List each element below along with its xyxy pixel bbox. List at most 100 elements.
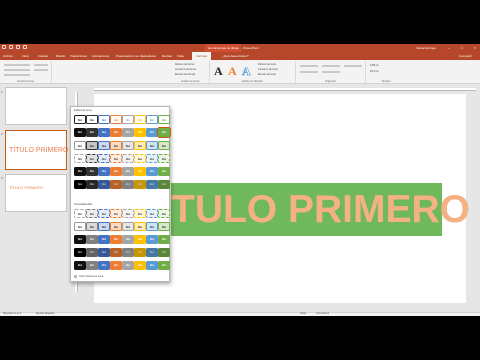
preset-style-swatch[interactable]: Abc <box>110 261 122 270</box>
wordart-style-orange[interactable]: A <box>228 65 237 77</box>
user-name[interactable]: Daniel Enrique <box>416 46 436 50</box>
tab-transitions[interactable]: Transiciones <box>70 54 87 58</box>
preset-style-swatch[interactable]: Abc <box>146 222 158 231</box>
undo-icon[interactable] <box>9 45 13 49</box>
theme-style-swatch[interactable]: Abc <box>74 154 86 163</box>
shape-outline-button[interactable]: Contorno de forma <box>175 68 196 71</box>
minimize-button[interactable]: – <box>448 45 450 51</box>
theme-style-swatch[interactable]: Abc <box>158 141 170 150</box>
tab-view[interactable]: Vista <box>177 54 184 58</box>
tab-home[interactable]: Inicio <box>22 54 29 58</box>
theme-style-swatch[interactable]: Abc <box>98 154 110 163</box>
tab-file[interactable]: Archivo <box>3 54 13 58</box>
preset-style-swatch[interactable]: Abc <box>110 235 122 244</box>
preset-style-swatch[interactable]: Abc <box>134 209 146 218</box>
preset-style-swatch[interactable]: Abc <box>146 248 158 257</box>
theme-style-swatch[interactable]: Abc <box>98 115 110 124</box>
preset-style-swatch[interactable]: Abc <box>146 209 158 218</box>
theme-style-swatch[interactable]: Abc <box>74 180 86 189</box>
theme-style-swatch[interactable]: Abc <box>74 141 86 150</box>
preset-style-swatch[interactable]: Abc <box>74 248 86 257</box>
slide-thumbnail-3[interactable]: TÍTULO PRIMERO <box>5 174 67 212</box>
theme-style-swatch[interactable]: Abc <box>134 141 146 150</box>
preset-style-swatch[interactable]: Abc <box>86 261 98 270</box>
preset-style-swatch[interactable]: Abc <box>74 222 86 231</box>
present-icon[interactable] <box>23 45 27 49</box>
theme-style-swatch[interactable]: Abc <box>98 128 110 137</box>
notes-button[interactable]: Notas <box>300 313 306 315</box>
preset-style-swatch[interactable]: Abc <box>86 222 98 231</box>
theme-style-swatch[interactable]: Abc <box>122 128 134 137</box>
bring-forward-button[interactable] <box>300 65 318 67</box>
theme-style-swatch[interactable]: Abc <box>110 128 122 137</box>
theme-style-swatch[interactable]: Abc <box>122 154 134 163</box>
preset-style-swatch[interactable]: Abc <box>98 209 110 218</box>
send-backward-button[interactable] <box>300 71 318 73</box>
preset-style-swatch[interactable]: Abc <box>158 248 170 257</box>
theme-style-swatch[interactable]: Abc <box>98 167 110 176</box>
preset-style-swatch[interactable]: Abc <box>158 222 170 231</box>
theme-style-swatch[interactable]: Abc <box>146 154 158 163</box>
tab-slideshow[interactable]: Presentación con diapositivas <box>116 54 156 58</box>
slide-title-text[interactable]: TULO PRIMERO <box>171 183 470 236</box>
preset-style-swatch[interactable]: Abc <box>134 248 146 257</box>
preset-style-swatch[interactable]: Abc <box>98 235 110 244</box>
theme-style-swatch[interactable]: Abc <box>110 167 122 176</box>
preset-style-swatch[interactable]: Abc <box>86 248 98 257</box>
theme-style-swatch[interactable]: Abc <box>86 141 98 150</box>
language-indicator[interactable]: Español (España) <box>36 313 54 315</box>
shape-effects-button[interactable]: Efectos de formas <box>175 73 195 76</box>
theme-style-swatch[interactable]: Abc <box>86 128 98 137</box>
theme-style-swatch[interactable]: Abc <box>86 167 98 176</box>
preset-style-swatch[interactable]: Abc <box>146 261 158 270</box>
theme-style-swatch[interactable]: Abc <box>98 180 110 189</box>
theme-style-swatch[interactable]: Abc <box>86 180 98 189</box>
theme-style-swatch[interactable]: Abc <box>158 167 170 176</box>
theme-style-swatch[interactable]: Abc <box>122 180 134 189</box>
rotate-button[interactable] <box>344 65 362 67</box>
theme-style-swatch[interactable]: Abc <box>134 154 146 163</box>
theme-style-swatch[interactable]: Abc <box>157 127 171 138</box>
preset-style-swatch[interactable]: Abc <box>122 248 134 257</box>
preset-style-swatch[interactable]: Abc <box>86 209 98 218</box>
preset-style-swatch[interactable]: Abc <box>110 248 122 257</box>
tab-format[interactable]: Formato <box>192 52 212 60</box>
height-field[interactable]: 3,85 cm <box>370 64 379 67</box>
share-button[interactable]: Compartir <box>459 54 472 58</box>
theme-style-swatch[interactable]: Abc <box>110 180 122 189</box>
theme-style-swatch[interactable]: Abc <box>134 180 146 189</box>
close-button[interactable]: × <box>474 45 476 51</box>
group-button[interactable] <box>322 71 340 73</box>
theme-style-swatch[interactable]: Abc <box>146 115 158 124</box>
align-button[interactable] <box>322 65 340 67</box>
preset-style-swatch[interactable]: Abc <box>122 209 134 218</box>
theme-style-swatch[interactable]: Abc <box>110 141 122 150</box>
theme-style-swatch[interactable]: Abc <box>86 154 98 163</box>
theme-style-swatch[interactable]: Abc <box>134 167 146 176</box>
preset-style-swatch[interactable]: Abc <box>98 222 110 231</box>
preset-style-swatch[interactable]: Abc <box>122 222 134 231</box>
text-box-button[interactable] <box>34 69 48 71</box>
theme-style-swatch[interactable]: Abc <box>134 115 146 124</box>
preset-style-swatch[interactable]: Abc <box>122 235 134 244</box>
shape-fill-button[interactable]: Relleno de forma <box>175 63 194 66</box>
theme-style-swatch[interactable]: Abc <box>122 167 134 176</box>
wordart-style-outline[interactable]: A <box>242 65 251 78</box>
theme-style-swatch[interactable]: Abc <box>158 180 170 189</box>
preset-style-swatch[interactable]: Abc <box>98 248 110 257</box>
preset-style-swatch[interactable]: Abc <box>158 209 170 218</box>
preset-style-swatch[interactable]: Abc <box>122 261 134 270</box>
tell-me-search[interactable]: ¿Qué desea hacer? <box>222 54 249 58</box>
tab-animations[interactable]: Animaciones <box>92 54 109 58</box>
other-theme-fills[interactable]: Otros rellenos de tema <box>74 275 103 278</box>
preset-style-swatch[interactable]: Abc <box>110 209 122 218</box>
theme-style-swatch[interactable]: Abc <box>146 141 158 150</box>
preset-style-swatch[interactable]: Abc <box>134 235 146 244</box>
theme-style-swatch[interactable]: Abc <box>146 128 158 137</box>
save-icon[interactable] <box>2 45 6 49</box>
slide-thumbnail-1[interactable] <box>5 87 67 125</box>
theme-style-swatch[interactable]: Abc <box>146 167 158 176</box>
tab-design[interactable]: Diseño <box>56 54 65 58</box>
preset-style-swatch[interactable]: Abc <box>74 235 86 244</box>
text-fill-button[interactable]: Relleno de texto <box>258 63 276 66</box>
